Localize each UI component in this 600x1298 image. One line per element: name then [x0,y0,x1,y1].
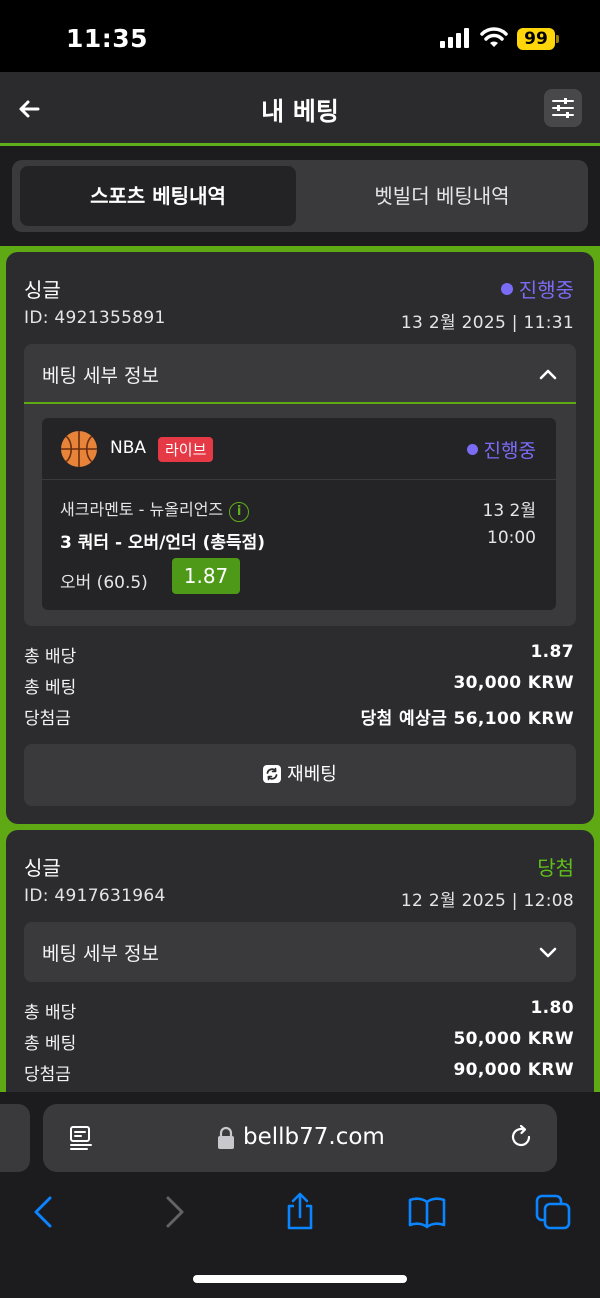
selection-pick: 오버 (60.5) [60,573,148,593]
browser-toolbar: bellb77.com [0,1092,600,1298]
summary-label: 총 베팅 [24,678,77,698]
lock-icon [218,1126,234,1149]
summary-label: 당첨금 [24,1065,71,1085]
match-date: 13 2월 [482,501,537,521]
summary-value: 당첨 예상금 56,100 KRW [360,709,574,729]
previous-tab-pill[interactable] [0,1104,30,1172]
status-dot-icon [500,283,513,295]
summary-label: 총 배당 [24,1003,77,1023]
summary-payout: 당첨금 90,000 KRW [24,1060,574,1086]
address-bar[interactable]: bellb77.com [43,1104,557,1172]
bet-type: 싱글 [24,278,61,302]
bet-details-label: 베팅 세부 정보 [42,943,159,965]
status-bar: 11:35 99 [0,0,600,72]
summary-total-odds: 총 배당 1.87 [24,642,574,668]
chevron-up-icon [539,369,557,380]
summary-value: 50,000 KRW [453,1029,574,1049]
odds-badge: 1.87 [172,558,240,594]
bet-date: 13 2월 2025 | 11:31 [400,313,574,333]
page-title: 내 베팅 [261,97,339,126]
summary-total-stake: 총 베팅 50,000 KRW [24,1029,574,1055]
refresh-icon [263,765,282,783]
clock: 11:35 [66,24,149,53]
selection-status: 진행중 [466,436,536,463]
summary-label: 총 베팅 [24,1034,77,1054]
battery-tip [556,35,559,43]
status-dot-icon [466,444,478,455]
bet-history-tabs: 스포츠 베팅내역 벳빌더 베팅내역 [12,160,588,232]
home-indicator [193,1275,407,1283]
share-icon[interactable] [280,1192,320,1232]
tab-sports-bets[interactable]: 스포츠 베팅내역 [20,166,296,226]
summary-value: 1.80 [530,998,574,1018]
summary-value: 90,000 KRW [453,1060,574,1080]
sliders-icon [552,98,574,118]
summary-payout: 당첨금 당첨 예상금 56,100 KRW [24,704,574,730]
bet-details-panel: 베팅 세부 정보 [24,922,576,982]
rebet-button[interactable]: 재베팅 [24,744,576,806]
basketball-icon [61,431,97,467]
status-badge: 당첨 [537,856,574,880]
forward-icon[interactable] [154,1192,194,1232]
filter-button[interactable] [544,89,582,127]
tabs-section: 스포츠 베팅내역 벳빌더 베팅내역 [0,146,600,246]
bet-date: 12 2월 2025 | 12:08 [400,891,574,911]
summary-total-odds: 총 배당 1.80 [24,998,574,1024]
wifi-icon [480,27,508,47]
bet-details-label: 베팅 세부 정보 [42,365,159,387]
selection-card: NBA 라이브 진행중 새크라멘토 - 뉴올리언즈 i 13 2월 3 쿼터 - … [42,418,556,610]
bet-details-panel: 베팅 세부 정보 NBA 라이브 진행중 새크라멘토 - 뉴올리언즈 i 13 … [24,344,576,626]
summary-value: 30,000 KRW [453,673,574,693]
tabs-icon[interactable] [533,1192,573,1232]
bet-details-toggle[interactable]: 베팅 세부 정보 [24,922,576,982]
battery-indicator: 99 [517,28,555,50]
bet-list: 싱글 진행중 ID: 4921355891 13 2월 2025 | 11:31… [0,246,600,1092]
selection-header: NBA 라이브 진행중 [42,418,556,480]
selection-status-text: 진행중 [483,440,536,462]
tab-betbuilder-bets[interactable]: 벳빌더 베팅내역 [304,166,580,226]
match-time: 10:00 [487,528,536,548]
match-teams: 새크라멘토 - 뉴올리언즈 [60,500,224,519]
bookmarks-icon[interactable] [407,1192,447,1232]
bet-id: ID: 4917631964 [24,886,166,906]
chevron-down-icon [539,947,557,958]
bet-card: 싱글 당첨 ID: 4917631964 12 2월 2025 | 12:08 … [6,830,594,1092]
back-icon[interactable] [24,1192,64,1232]
rebet-label: 재베팅 [287,764,337,785]
app-header: 내 베팅 [0,72,600,146]
bet-type: 싱글 [24,856,61,880]
summary-value: 1.87 [530,642,574,662]
bet-card: 싱글 진행중 ID: 4921355891 13 2월 2025 | 11:31… [6,252,594,824]
bet-id: ID: 4921355891 [24,308,166,328]
reader-mode-icon[interactable] [67,1124,95,1152]
url-text: bellb77.com [243,1124,385,1150]
market-name: 3 쿼터 - 오버/언더 (총득점) [60,533,266,553]
summary-label: 총 배당 [24,647,77,667]
league-name: NBA [110,438,147,458]
summary-label: 당첨금 [24,709,71,729]
status-text: 진행중 [518,278,574,302]
match-name: 새크라멘토 - 뉴올리언즈 i [60,496,250,522]
info-icon[interactable]: i [229,502,250,522]
summary-total-stake: 총 베팅 30,000 KRW [24,673,574,699]
status-badge: 진행중 [500,274,574,303]
bet-details-toggle[interactable]: 베팅 세부 정보 [24,344,576,404]
reload-icon[interactable] [507,1123,535,1151]
live-badge: 라이브 [158,437,214,462]
cellular-signal-icon [440,28,469,48]
